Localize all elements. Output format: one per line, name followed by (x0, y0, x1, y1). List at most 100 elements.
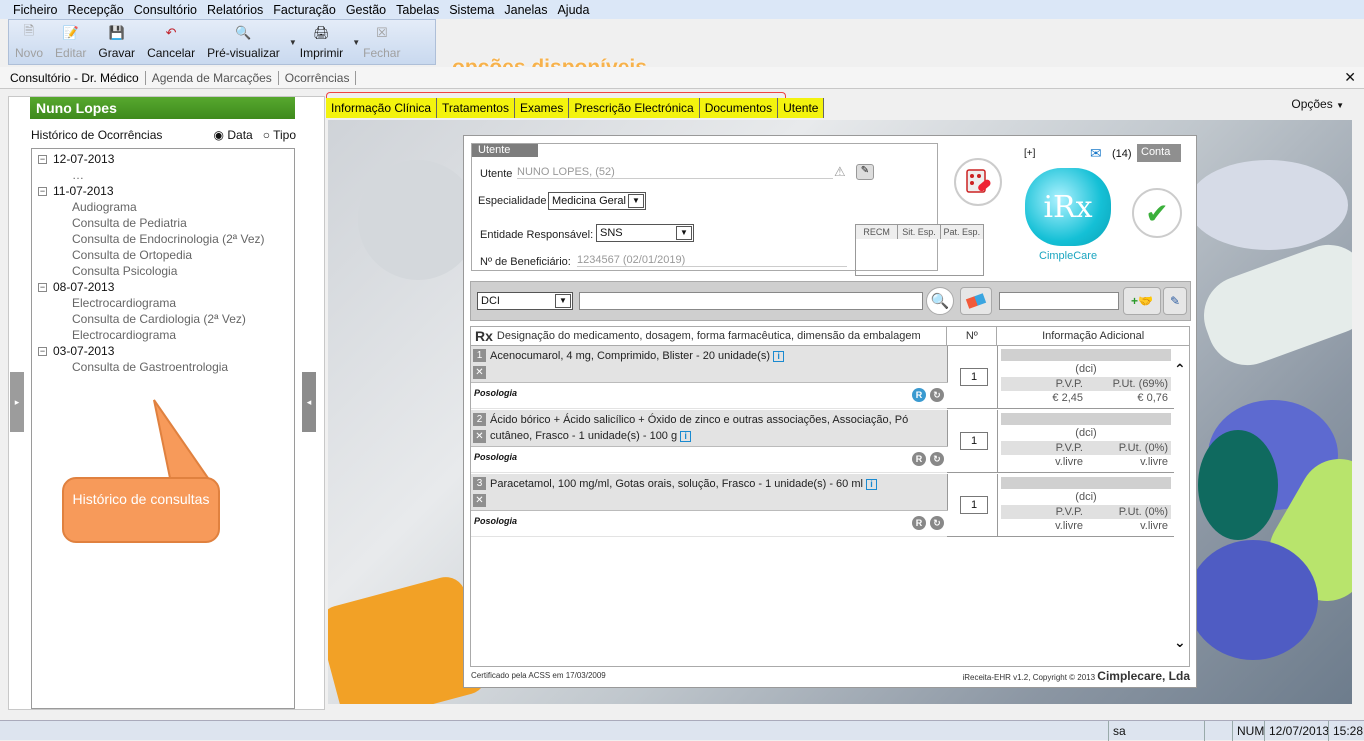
renewable-icon[interactable]: R (912, 452, 926, 466)
tree-item[interactable]: Electrocardiograma (32, 327, 294, 343)
search-input[interactable] (579, 292, 923, 310)
subtab-exames[interactable]: Exames (515, 98, 570, 118)
info-icon[interactable]: i (773, 351, 785, 362)
quantity-field[interactable]: 1 (960, 432, 988, 450)
medication-text: Acenocumarol, 4 mg, Comprimido, Blister … (490, 348, 930, 364)
menu-recepcao[interactable]: Recepção (62, 3, 128, 17)
info-icon[interactable]: i (866, 479, 877, 490)
tree-item[interactable]: Electrocardiograma (32, 295, 294, 311)
remove-icon[interactable]: ✕ (473, 430, 486, 443)
imprimir-button[interactable]: 🖨 Imprimir ▼ (294, 20, 360, 64)
menu-tabelas[interactable]: Tabelas (391, 3, 444, 17)
tree-date-node[interactable]: −12-07-2013 (32, 151, 294, 167)
envelope-icon[interactable]: ✉ (1090, 145, 1102, 162)
scroll-down-icon[interactable]: ⌄ (1174, 634, 1186, 651)
medication-row[interactable]: 1 Acenocumarol, 4 mg, Comprimido, Bliste… (471, 346, 1174, 409)
novo-label: Novo (15, 46, 44, 60)
cancelar-button[interactable]: ↶ Cancelar (141, 20, 201, 64)
subtab-documentos[interactable]: Documentos (700, 98, 779, 118)
quantity-field[interactable]: 1 (960, 368, 988, 386)
quantity-field[interactable]: 1 (960, 496, 988, 514)
secondary-search-input[interactable] (999, 292, 1119, 310)
tab-agenda[interactable]: Agenda de Marcações (146, 70, 279, 85)
tree-date-node[interactable]: −03-07-2013 (32, 343, 294, 359)
medication-info: (dci) P.V.P. P.Ut. (0%) v.livre v.livre (1001, 477, 1171, 533)
collapse-icon[interactable]: − (38, 186, 47, 196)
radio-data[interactable]: ◉ Data (214, 128, 253, 142)
editar-button[interactable]: 📝 Editar (49, 20, 92, 64)
tree-date-node[interactable]: −08-07-2013 (32, 279, 294, 295)
subtab-tratamentos[interactable]: Tratamentos (437, 98, 515, 118)
tree-item[interactable]: Consulta de Ortopedia (32, 247, 294, 263)
search-button[interactable]: 🔍 (926, 287, 954, 315)
conta-dropdown[interactable]: Conta ▼ (1137, 144, 1181, 169)
tree-item[interactable]: Consulta de Endocrinologia (2ª Vez) (32, 231, 294, 247)
toolbar: 🗎 Novo 📝 Editar 💾 Gravar ↶ Cancelar 🔍 Pr… (8, 19, 436, 65)
tree-item[interactable]: Audiograma (32, 199, 294, 215)
menu-relatorios[interactable]: Relatórios (202, 3, 268, 17)
eraser-icon[interactable]: ✎ (856, 164, 874, 180)
search-type-select[interactable]: DCI ▼ (477, 292, 573, 310)
expand-button[interactable]: [+] (1024, 148, 1035, 159)
tree-item[interactable]: Consulta de Gastroentrologia (32, 359, 294, 375)
refresh-icon[interactable]: ↻ (930, 388, 944, 402)
novo-button[interactable]: 🗎 Novo (9, 20, 49, 64)
gravar-button[interactable]: 💾 Gravar (92, 20, 141, 64)
radio-tipo[interactable]: ○ Tipo (263, 128, 296, 142)
remove-icon[interactable]: ✕ (473, 366, 486, 379)
remove-icon[interactable]: ✕ (473, 494, 486, 507)
subtab-prescricao[interactable]: Prescrição Electrónica (569, 98, 700, 118)
collapse-panel-handle[interactable]: ◂ (302, 372, 316, 432)
tree-line-icon: … (72, 168, 84, 182)
scroll-up-icon[interactable]: ⌃ (1174, 361, 1186, 378)
menu-consultorio[interactable]: Consultório (129, 3, 202, 17)
subtab-utente[interactable]: Utente (778, 98, 825, 118)
copyright-label: iReceita-EHR v1.2, Copyright © 2013 (962, 673, 1098, 682)
previsualizar-button[interactable]: 🔍 Pré-visualizar ▼ (201, 20, 297, 64)
posologia-field[interactable]: Posologia (471, 510, 948, 536)
tab-ocorrencias[interactable]: Ocorrências (279, 70, 357, 85)
collapse-left-handle[interactable]: ▸ (10, 372, 24, 432)
callout-pointer (153, 399, 210, 479)
refresh-icon[interactable]: ↻ (930, 516, 944, 530)
tree-item[interactable]: Consulta Psicologia (32, 263, 294, 279)
medication-row[interactable]: 3 Paracetamol, 100 mg/ml, Gotas orais, s… (471, 474, 1174, 537)
posologia-field[interactable]: Posologia (471, 382, 948, 408)
menu-janelas[interactable]: Janelas (499, 3, 552, 17)
edit-button[interactable]: ✎ (1163, 287, 1187, 315)
renewable-icon[interactable]: R (912, 388, 926, 402)
menu-ficheiro[interactable]: Ficheiro (8, 3, 62, 17)
tree-item[interactable]: Consulta de Cardiologia (2ª Vez) (32, 311, 294, 327)
medication-row[interactable]: 2 Ácido bórico + Ácido salicílico + Óxid… (471, 410, 1174, 473)
tree-item[interactable]: … (32, 167, 294, 183)
fechar-button[interactable]: ☒ Fechar (357, 20, 406, 64)
especialidade-select[interactable]: Medicina Geral ▼ (548, 192, 646, 210)
posologia-field[interactable]: Posologia (471, 446, 948, 472)
collapse-icon[interactable]: − (38, 346, 47, 356)
pill-shape (1188, 160, 1348, 250)
close-tab-icon[interactable]: ✕ (1344, 69, 1356, 86)
confirm-button[interactable]: ✔ (1132, 188, 1182, 238)
opcoes-menu[interactable]: Opções ▼ (1291, 97, 1344, 111)
menu-facturacao[interactable]: Facturação (268, 3, 341, 17)
price-labels: P.V.P. P.Ut. (69%) (1001, 377, 1171, 391)
collapse-icon[interactable]: − (38, 154, 47, 164)
pill-shape (1188, 540, 1318, 660)
collapse-icon[interactable]: − (38, 282, 47, 292)
menu-ajuda[interactable]: Ajuda (552, 3, 594, 17)
menu-sistema[interactable]: Sistema (444, 3, 499, 17)
info-icon[interactable]: i (680, 431, 692, 442)
gravar-label: Gravar (98, 46, 136, 60)
tab-consultorio[interactable]: Consultório - Dr. Médico (4, 70, 146, 85)
medication-history-button[interactable] (954, 158, 1002, 206)
tree-item[interactable]: Consulta de Pediatria (32, 215, 294, 231)
refresh-icon[interactable]: ↻ (930, 452, 944, 466)
tree-date-node[interactable]: −11-07-2013 (32, 183, 294, 199)
menu-gestao[interactable]: Gestão (341, 3, 391, 17)
entidade-select[interactable]: SNS ▼ (596, 224, 694, 242)
add-handshake-button[interactable]: +🤝 (1123, 287, 1161, 315)
renewable-icon[interactable]: R (912, 516, 926, 530)
recm-header: RECM (856, 225, 899, 239)
clear-button[interactable] (960, 287, 992, 315)
subtab-informacao-clinica[interactable]: Informação Clínica (326, 98, 438, 118)
